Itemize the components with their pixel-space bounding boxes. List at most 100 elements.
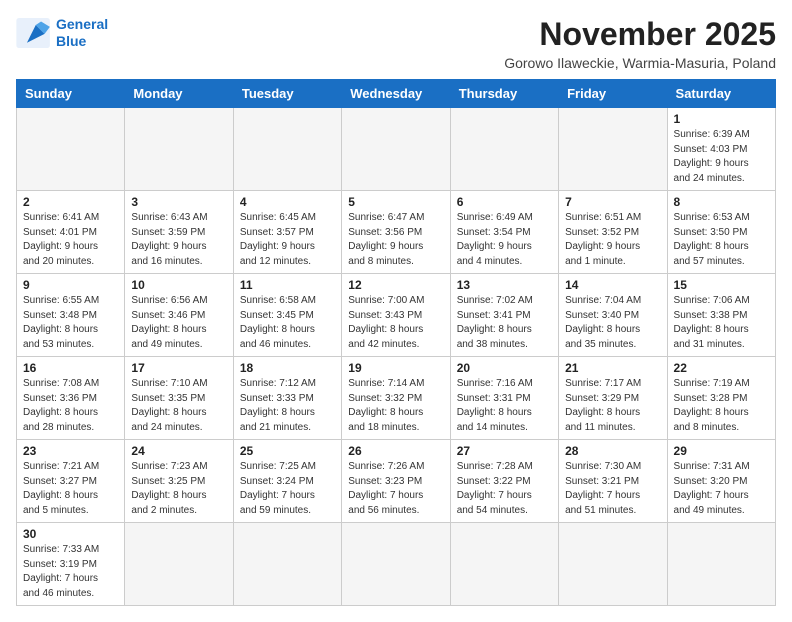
day-number: 17: [131, 361, 226, 375]
day-number: 25: [240, 444, 335, 458]
day-info: Sunrise: 7:25 AM Sunset: 3:24 PM Dayligh…: [240, 460, 335, 518]
calendar-day-cell: 14Sunrise: 7:04 AM Sunset: 3:40 PM Dayli…: [559, 274, 667, 357]
day-info: Sunrise: 7:12 AM Sunset: 3:33 PM Dayligh…: [240, 377, 335, 435]
day-info: Sunrise: 7:00 AM Sunset: 3:43 PM Dayligh…: [348, 294, 443, 352]
day-info: Sunrise: 6:53 AM Sunset: 3:50 PM Dayligh…: [674, 211, 769, 269]
calendar-day-cell: 19 Sunrise: 7:14 AM Sunset: 3:32 PM Dayli…: [342, 357, 450, 440]
day-info: Sunrise: 6:47 AM Sunset: 3:56 PM Dayligh…: [348, 211, 443, 269]
weekday-header-tuesday: Tuesday: [233, 80, 341, 108]
day-number: 30: [23, 527, 118, 541]
day-number: 4: [240, 195, 335, 209]
calendar-day-cell: [342, 523, 450, 606]
day-number: 16: [23, 361, 118, 375]
day-info: Sunrise: 7:23 AM Sunset: 3:25 PM Dayligh…: [131, 460, 226, 518]
calendar-day-cell: 28 Sunrise: 7:30 AM Sunset: 3:21 PM Dayli…: [559, 440, 667, 523]
page-header: General Blue November 2025 Gorowo Ilawec…: [16, 16, 776, 71]
day-number: 13: [457, 278, 552, 292]
day-info: Sunrise: 7:02 AM Sunset: 3:41 PM Dayligh…: [457, 294, 552, 352]
day-number: 19: [348, 361, 443, 375]
calendar-day-cell: 2Sunrise: 6:41 AM Sunset: 4:01 PM Daylig…: [17, 191, 125, 274]
calendar-day-cell: [667, 523, 775, 606]
day-info: Sunrise: 6:45 AM Sunset: 3:57 PM Dayligh…: [240, 211, 335, 269]
calendar-week-row: 1Sunrise: 6:39 AM Sunset: 4:03 PM Daylig…: [17, 108, 776, 191]
calendar-day-cell: 5Sunrise: 6:47 AM Sunset: 3:56 PM Daylig…: [342, 191, 450, 274]
weekday-header-saturday: Saturday: [667, 80, 775, 108]
weekday-header-thursday: Thursday: [450, 80, 558, 108]
calendar-day-cell: [125, 108, 233, 191]
day-info: Sunrise: 6:58 AM Sunset: 3:45 PM Dayligh…: [240, 294, 335, 352]
weekday-header-wednesday: Wednesday: [342, 80, 450, 108]
day-number: 9: [23, 278, 118, 292]
calendar-day-cell: 15 Sunrise: 7:06 AM Sunset: 3:38 PM Dayli…: [667, 274, 775, 357]
day-number: 10: [131, 278, 226, 292]
calendar-day-cell: 16 Sunrise: 7:08 AM Sunset: 3:36 PM Dayli…: [17, 357, 125, 440]
calendar-day-cell: 26 Sunrise: 7:26 AM Sunset: 3:23 PM Dayli…: [342, 440, 450, 523]
day-info: Sunrise: 7:28 AM Sunset: 3:22 PM Dayligh…: [457, 460, 552, 518]
calendar-day-cell: 3 Sunrise: 6:43 AM Sunset: 3:59 PM Daylig…: [125, 191, 233, 274]
day-number: 8: [674, 195, 769, 209]
day-number: 21: [565, 361, 660, 375]
day-number: 6: [457, 195, 552, 209]
day-info: Sunrise: 7:26 AM Sunset: 3:23 PM Dayligh…: [348, 460, 443, 518]
day-info: Sunrise: 7:21 AM Sunset: 3:27 PM Dayligh…: [23, 460, 118, 518]
logo-icon: [16, 18, 52, 48]
day-info: Sunrise: 7:14 AM Sunset: 3:32 PM Dayligh…: [348, 377, 443, 435]
logo-text: General Blue: [56, 16, 108, 50]
calendar-week-row: 16 Sunrise: 7:08 AM Sunset: 3:36 PM Dayli…: [17, 357, 776, 440]
calendar-header-row: SundayMondayTuesdayWednesdayThursdayFrid…: [17, 80, 776, 108]
day-info: Sunrise: 6:43 AM Sunset: 3:59 PM Dayligh…: [131, 211, 226, 269]
calendar-day-cell: 23 Sunrise: 7:21 AM Sunset: 3:27 PM Dayli…: [17, 440, 125, 523]
calendar-day-cell: 12 Sunrise: 7:00 AM Sunset: 3:43 PM Dayli…: [342, 274, 450, 357]
calendar-day-cell: 1Sunrise: 6:39 AM Sunset: 4:03 PM Daylig…: [667, 108, 775, 191]
weekday-header-friday: Friday: [559, 80, 667, 108]
calendar: SundayMondayTuesdayWednesdayThursdayFrid…: [16, 79, 776, 606]
calendar-day-cell: [450, 108, 558, 191]
calendar-day-cell: 25 Sunrise: 7:25 AM Sunset: 3:24 PM Dayli…: [233, 440, 341, 523]
day-info: Sunrise: 7:30 AM Sunset: 3:21 PM Dayligh…: [565, 460, 660, 518]
day-number: 24: [131, 444, 226, 458]
calendar-day-cell: 13 Sunrise: 7:02 AM Sunset: 3:41 PM Dayli…: [450, 274, 558, 357]
day-number: 18: [240, 361, 335, 375]
day-number: 15: [674, 278, 769, 292]
calendar-day-cell: 9 Sunrise: 6:55 AM Sunset: 3:48 PM Daylig…: [17, 274, 125, 357]
calendar-day-cell: [125, 523, 233, 606]
day-number: 11: [240, 278, 335, 292]
calendar-day-cell: [450, 523, 558, 606]
day-number: 12: [348, 278, 443, 292]
calendar-day-cell: [233, 523, 341, 606]
day-number: 7: [565, 195, 660, 209]
day-info: Sunrise: 6:39 AM Sunset: 4:03 PM Dayligh…: [674, 128, 769, 186]
calendar-day-cell: [17, 108, 125, 191]
calendar-day-cell: 11 Sunrise: 6:58 AM Sunset: 3:45 PM Dayli…: [233, 274, 341, 357]
calendar-week-row: 23 Sunrise: 7:21 AM Sunset: 3:27 PM Dayli…: [17, 440, 776, 523]
day-info: Sunrise: 7:31 AM Sunset: 3:20 PM Dayligh…: [674, 460, 769, 518]
day-info: Sunrise: 6:41 AM Sunset: 4:01 PM Dayligh…: [23, 211, 118, 269]
day-number: 3: [131, 195, 226, 209]
day-info: Sunrise: 6:55 AM Sunset: 3:48 PM Dayligh…: [23, 294, 118, 352]
day-number: 27: [457, 444, 552, 458]
day-info: Sunrise: 7:06 AM Sunset: 3:38 PM Dayligh…: [674, 294, 769, 352]
day-number: 28: [565, 444, 660, 458]
day-info: Sunrise: 7:10 AM Sunset: 3:35 PM Dayligh…: [131, 377, 226, 435]
calendar-day-cell: 8 Sunrise: 6:53 AM Sunset: 3:50 PM Daylig…: [667, 191, 775, 274]
calendar-week-row: 2Sunrise: 6:41 AM Sunset: 4:01 PM Daylig…: [17, 191, 776, 274]
calendar-day-cell: [342, 108, 450, 191]
day-number: 23: [23, 444, 118, 458]
day-number: 20: [457, 361, 552, 375]
month-title: November 2025: [504, 16, 776, 53]
calendar-day-cell: 22Sunrise: 7:19 AM Sunset: 3:28 PM Dayli…: [667, 357, 775, 440]
day-info: Sunrise: 7:08 AM Sunset: 3:36 PM Dayligh…: [23, 377, 118, 435]
calendar-day-cell: 21 Sunrise: 7:17 AM Sunset: 3:29 PM Dayli…: [559, 357, 667, 440]
calendar-day-cell: 18 Sunrise: 7:12 AM Sunset: 3:33 PM Dayli…: [233, 357, 341, 440]
day-number: 26: [348, 444, 443, 458]
day-info: Sunrise: 7:19 AM Sunset: 3:28 PM Dayligh…: [674, 377, 769, 435]
day-info: Sunrise: 6:56 AM Sunset: 3:46 PM Dayligh…: [131, 294, 226, 352]
day-info: Sunrise: 7:33 AM Sunset: 3:19 PM Dayligh…: [23, 543, 118, 601]
day-info: Sunrise: 7:17 AM Sunset: 3:29 PM Dayligh…: [565, 377, 660, 435]
day-info: Sunrise: 6:49 AM Sunset: 3:54 PM Dayligh…: [457, 211, 552, 269]
calendar-week-row: 9 Sunrise: 6:55 AM Sunset: 3:48 PM Daylig…: [17, 274, 776, 357]
calendar-day-cell: [559, 523, 667, 606]
logo: General Blue: [16, 16, 108, 50]
calendar-day-cell: 27 Sunrise: 7:28 AM Sunset: 3:22 PM Dayli…: [450, 440, 558, 523]
day-info: Sunrise: 7:16 AM Sunset: 3:31 PM Dayligh…: [457, 377, 552, 435]
